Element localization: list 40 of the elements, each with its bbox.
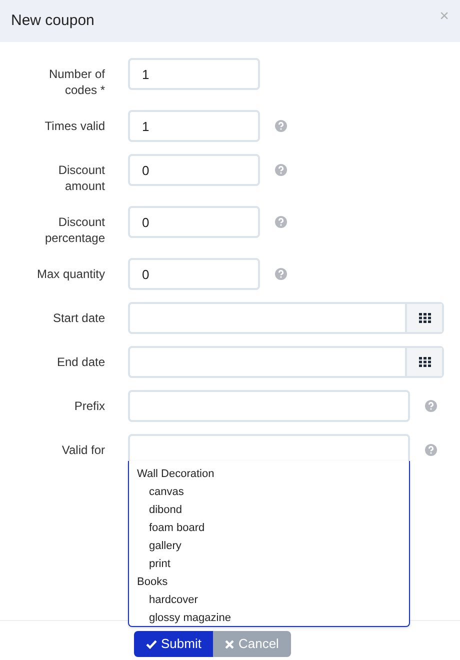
group-header: Books — [136, 575, 169, 590]
calendar-button[interactable] — [405, 348, 442, 376]
calendar-button[interactable] — [405, 304, 442, 332]
help-icon[interactable] — [275, 268, 287, 280]
field-label: Discount percentage — [44, 214, 105, 246]
dialog-title: New coupon — [11, 10, 94, 31]
dropdown-option[interactable]: canvas — [129, 483, 409, 501]
check-icon — [146, 640, 157, 648]
field-label: Times valid — [44, 118, 105, 134]
dropdown-option[interactable]: hardcover — [129, 591, 409, 609]
dropdown-option[interactable]: dibond — [129, 501, 409, 519]
input-field[interactable]: 0 — [128, 258, 260, 290]
dropdown-option[interactable]: print — [129, 555, 409, 573]
help-icon[interactable] — [425, 444, 437, 456]
dropdown-option[interactable]: glossy magazine — [129, 609, 409, 626]
help-icon[interactable] — [275, 216, 287, 228]
help-icon[interactable] — [425, 400, 437, 412]
help-icon[interactable] — [275, 164, 287, 176]
field-label: Start date — [52, 310, 105, 326]
input-field[interactable]: 1 — [128, 58, 260, 90]
date-field[interactable] — [128, 346, 444, 378]
close-icon — [225, 640, 234, 648]
field-label: Prefix — [73, 398, 105, 414]
group-header: Wall Decoration — [136, 467, 216, 482]
submit-button[interactable]: Submit — [134, 631, 214, 657]
field-label: Number of codes * — [48, 66, 105, 98]
field-label: Discount amount — [57, 162, 105, 194]
calendar-icon — [418, 313, 430, 323]
field-label: End date — [56, 354, 105, 370]
input-field[interactable]: 0 — [128, 154, 260, 186]
dropdown-option[interactable]: foam board — [129, 519, 409, 537]
help-icon[interactable] — [275, 120, 287, 132]
input-field[interactable]: 1 — [128, 110, 260, 142]
input-field[interactable] — [128, 390, 410, 422]
date-field[interactable] — [128, 302, 444, 334]
dropdown-option[interactable]: gallery — [129, 537, 409, 555]
input-field[interactable]: 0 — [128, 206, 260, 238]
field-label: Valid for — [60, 442, 105, 458]
field-label: Max quantity — [36, 266, 105, 282]
calendar-icon — [418, 357, 430, 367]
